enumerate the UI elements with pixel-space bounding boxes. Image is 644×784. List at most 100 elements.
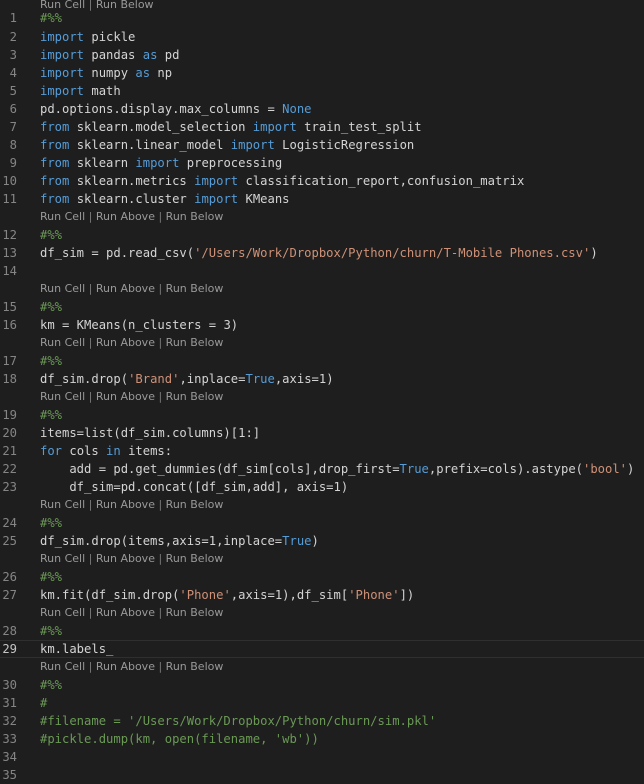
code-line[interactable]: 7 from sklearn.model_selection import tra… [0, 118, 644, 136]
line-code[interactable]: #%% [40, 622, 62, 640]
line-code[interactable]: #pickle.dump(km, open(filename, 'wb')) [40, 730, 319, 748]
code-line[interactable]: 2 import pickle [0, 28, 644, 46]
code-line[interactable]: 26 #%% [0, 568, 644, 586]
line-number: 8 [9, 138, 17, 152]
code-editor[interactable]: Run Cell | Run Below Run Cell | Run Above… [0, 0, 644, 782]
run-above-link[interactable]: Run Above [96, 498, 155, 511]
code-line[interactable]: 6 pd.options.display.max_columns = None [0, 100, 644, 118]
code-token: #%% [40, 678, 63, 692]
run-above-link[interactable]: Run Above [96, 606, 155, 619]
run-cell-link[interactable]: Run Cell [40, 336, 85, 349]
code-line[interactable]: 19 #%% [0, 406, 644, 424]
line-code[interactable]: #%% [40, 568, 62, 586]
line-number: 22 [2, 462, 17, 476]
line-code[interactable]: km = KMeans(n_clusters = 3) [40, 316, 238, 334]
code-line[interactable]: 5 import math [0, 82, 644, 100]
run-below-link[interactable]: Run Below [166, 282, 224, 295]
run-above-link[interactable]: Run Above [96, 660, 155, 673]
code-line[interactable]: 23 df_sim=pd.concat([df_sim,add], axis=1… [0, 478, 644, 496]
line-number: 31 [2, 696, 17, 710]
line-number: 3 [9, 48, 17, 62]
code-line[interactable]: 1 #%% [0, 9, 644, 27]
code-line[interactable]: 32 #filename = '/Users/Work/Dropbox/Pytho… [0, 712, 644, 730]
line-code[interactable]: pd.options.display.max_columns = None [40, 100, 312, 118]
run-below-link[interactable]: Run Below [166, 606, 224, 619]
line-code[interactable]: #%% [40, 676, 62, 694]
run-above-link[interactable]: Run Above [96, 552, 155, 565]
code-line[interactable]: 12 #%% [0, 226, 644, 244]
line-code[interactable]: km.fit(df_sim.drop('Phone',axis=1),df_si… [40, 586, 414, 604]
line-code[interactable]: from sklearn.metrics import classificati… [40, 172, 524, 190]
code-line[interactable]: 11 from sklearn.cluster import KMeans [0, 190, 644, 208]
code-line[interactable]: 3 import pandas as pd [0, 46, 644, 64]
run-above-link[interactable]: Run Above [96, 210, 155, 223]
line-code[interactable]: from sklearn.cluster import KMeans [40, 190, 290, 208]
line-code[interactable]: from sklearn import preprocessing [40, 154, 282, 172]
line-code[interactable]: from sklearn.linear_model import Logisti… [40, 136, 414, 154]
code-token: import [135, 156, 180, 170]
run-above-link[interactable]: Run Above [96, 282, 155, 295]
code-line[interactable]: 20 items=list(df_sim.columns)[1:] [0, 424, 644, 442]
code-line[interactable]: 24 #%% [0, 514, 644, 532]
run-below-link[interactable]: Run Below [166, 660, 224, 673]
run-above-link[interactable]: Run Above [96, 390, 155, 403]
line-code[interactable]: #%% [40, 352, 62, 370]
line-code[interactable]: df_sim = pd.read_csv('/Users/Work/Dropbo… [40, 244, 598, 262]
code-line[interactable]: 18 df_sim.drop('Brand',inplace=True,axis=… [0, 370, 644, 388]
code-line[interactable]: 13 df_sim = pd.read_csv('/Users/Work/Drop… [0, 244, 644, 262]
line-code[interactable]: # [40, 694, 47, 712]
code-line[interactable]: 27 km.fit(df_sim.drop('Phone',axis=1),df_… [0, 586, 644, 604]
line-code[interactable]: for cols in items: [40, 442, 172, 460]
run-above-link[interactable]: Run Above [96, 336, 155, 349]
line-code[interactable]: import numpy as np [40, 64, 172, 82]
line-code[interactable]: #filename = '/Users/Work/Dropbox/Python/… [40, 712, 436, 730]
line-code[interactable]: #%% [40, 9, 62, 27]
line-code[interactable]: from sklearn.model_selection import trai… [40, 118, 422, 136]
run-below-link[interactable]: Run Below [166, 336, 224, 349]
run-below-link[interactable]: Run Below [166, 210, 224, 223]
line-code[interactable]: df_sim=pd.concat([df_sim,add], axis=1) [40, 478, 348, 496]
run-cell-link[interactable]: Run Cell [40, 498, 85, 511]
code-token: import [40, 30, 85, 44]
line-code[interactable]: import pickle [40, 28, 135, 46]
run-below-link[interactable]: Run Below [166, 552, 224, 565]
run-cell-link[interactable]: Run Cell [40, 660, 85, 673]
codelens-bar: Run Cell | Run Above | Run Below [40, 280, 223, 298]
run-cell-link[interactable]: Run Cell [40, 390, 85, 403]
code-line[interactable]: 35 [0, 766, 644, 784]
code-line[interactable]: 34 [0, 748, 644, 766]
code-line[interactable]: 8 from sklearn.linear_model import Logist… [0, 136, 644, 154]
code-line[interactable]: 17 #%% [0, 352, 644, 370]
run-cell-link[interactable]: Run Cell [40, 210, 85, 223]
code-line[interactable]: 25 df_sim.drop(items,axis=1,inplace=True) [0, 532, 644, 550]
line-code[interactable]: add = pd.get_dummies(df_sim[cols],drop_f… [40, 460, 634, 478]
run-cell-link[interactable]: Run Cell [40, 606, 85, 619]
line-code[interactable]: km.labels_ [40, 641, 113, 657]
line-code[interactable]: df_sim.drop(items,axis=1,inplace=True) [40, 532, 319, 550]
code-line[interactable]: 28 #%% [0, 622, 644, 640]
code-line[interactable]: 15 #%% [0, 298, 644, 316]
code-line[interactable]: 33 #pickle.dump(km, open(filename, 'wb')) [0, 730, 644, 748]
run-cell-link[interactable]: Run Cell [40, 552, 85, 565]
code-line[interactable]: 14 [0, 262, 644, 280]
code-line[interactable]: 4 import numpy as np [0, 64, 644, 82]
code-line[interactable]: 22 add = pd.get_dummies(df_sim[cols],dro… [0, 460, 644, 478]
code-line[interactable]: 29 km.labels_ [0, 640, 644, 658]
line-code[interactable]: #%% [40, 406, 62, 424]
line-code[interactable]: import pandas as pd [40, 46, 179, 64]
code-line[interactable]: 30 #%% [0, 676, 644, 694]
line-code[interactable]: #%% [40, 226, 62, 244]
code-line[interactable]: 9 from sklearn import preprocessing [0, 154, 644, 172]
code-line[interactable]: 10 from sklearn.metrics import classifica… [0, 172, 644, 190]
code-line[interactable]: 16 km = KMeans(n_clusters = 3) [0, 316, 644, 334]
line-code[interactable]: df_sim.drop('Brand',inplace=True,axis=1) [40, 370, 334, 388]
run-below-link[interactable]: Run Below [166, 498, 224, 511]
run-cell-link[interactable]: Run Cell [40, 282, 85, 295]
line-code[interactable]: import math [40, 82, 121, 100]
run-below-link[interactable]: Run Below [166, 390, 224, 403]
code-line[interactable]: 21 for cols in items: [0, 442, 644, 460]
line-code[interactable]: #%% [40, 514, 62, 532]
line-code[interactable]: items=list(df_sim.columns)[1:] [40, 424, 260, 442]
line-code[interactable]: #%% [40, 298, 62, 316]
code-line[interactable]: 31 # [0, 694, 644, 712]
